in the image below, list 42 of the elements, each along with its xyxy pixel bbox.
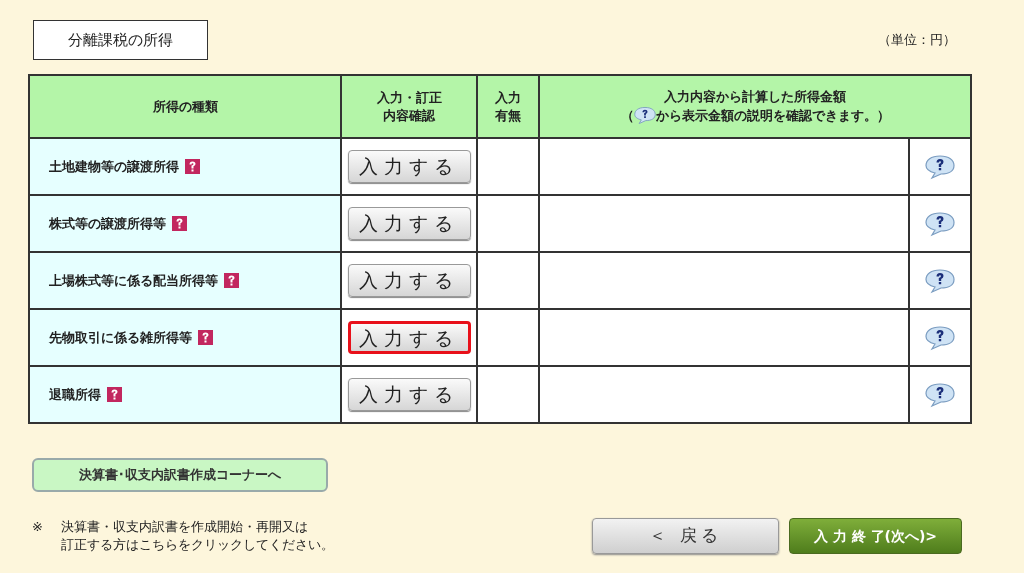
unit-label: （単位：円） xyxy=(878,31,956,50)
input-button[interactable]: 入力する xyxy=(347,321,471,354)
help-bubble-icon[interactable] xyxy=(925,210,955,237)
next-button[interactable]: 入 力 終 了(次へ)> xyxy=(789,518,962,554)
help-icon[interactable] xyxy=(185,159,200,174)
input-button[interactable]: 入力する xyxy=(347,264,471,297)
income-type-label: 退職所得 xyxy=(49,385,101,404)
input-button[interactable]: 入力する xyxy=(347,378,471,411)
help-bubble-icon[interactable] xyxy=(925,381,955,408)
header-text: から表示金額の説明を確認できます。） xyxy=(655,106,890,125)
note-text: 決算書・収支内訳書を作成開始・再開又は xyxy=(60,518,309,536)
income-type-label: 先物取引に係る雑所得等 xyxy=(49,328,192,347)
help-icon[interactable] xyxy=(224,273,239,288)
help-bubble-icon[interactable] xyxy=(633,106,656,125)
table-cell xyxy=(478,196,538,251)
header-text: 内容確認 xyxy=(383,106,435,125)
header-text: 入力 xyxy=(495,88,521,107)
table-cell xyxy=(478,139,538,194)
header-text: 所得の種類 xyxy=(152,97,218,116)
back-button[interactable]: ＜ 戻る xyxy=(592,518,779,554)
help-bubble-icon[interactable] xyxy=(925,267,955,294)
header-text: 入力・訂正 xyxy=(376,88,442,107)
help-icon[interactable] xyxy=(107,387,122,402)
header-text: 入力内容から計算した所得金額 xyxy=(664,88,846,106)
income-type-label: 株式等の譲渡所得等 xyxy=(49,214,166,233)
note-mark: ※ xyxy=(32,518,43,536)
section-title: 分離課税の所得 xyxy=(33,20,208,60)
header-text: 有無 xyxy=(495,106,521,125)
input-button[interactable]: 入力する xyxy=(347,207,471,240)
help-icon[interactable] xyxy=(198,330,213,345)
note-text: 訂正する方はこちらをクリックしてください。 xyxy=(60,536,334,554)
table-cell xyxy=(478,253,538,308)
income-type-label: 土地建物等の譲渡所得 xyxy=(49,157,179,176)
help-icon[interactable] xyxy=(172,216,187,231)
table-cell xyxy=(478,367,538,422)
income-type-label: 上場株式等に係る配当所得等 xyxy=(49,271,218,290)
header-text: （ xyxy=(620,106,634,125)
corner-button[interactable]: 決算書･収支内訳書作成コーナーへ xyxy=(32,458,328,492)
help-bubble-icon[interactable] xyxy=(925,153,955,180)
table-cell xyxy=(478,310,538,365)
input-button[interactable]: 入力する xyxy=(347,150,471,183)
help-bubble-icon[interactable] xyxy=(925,324,955,351)
